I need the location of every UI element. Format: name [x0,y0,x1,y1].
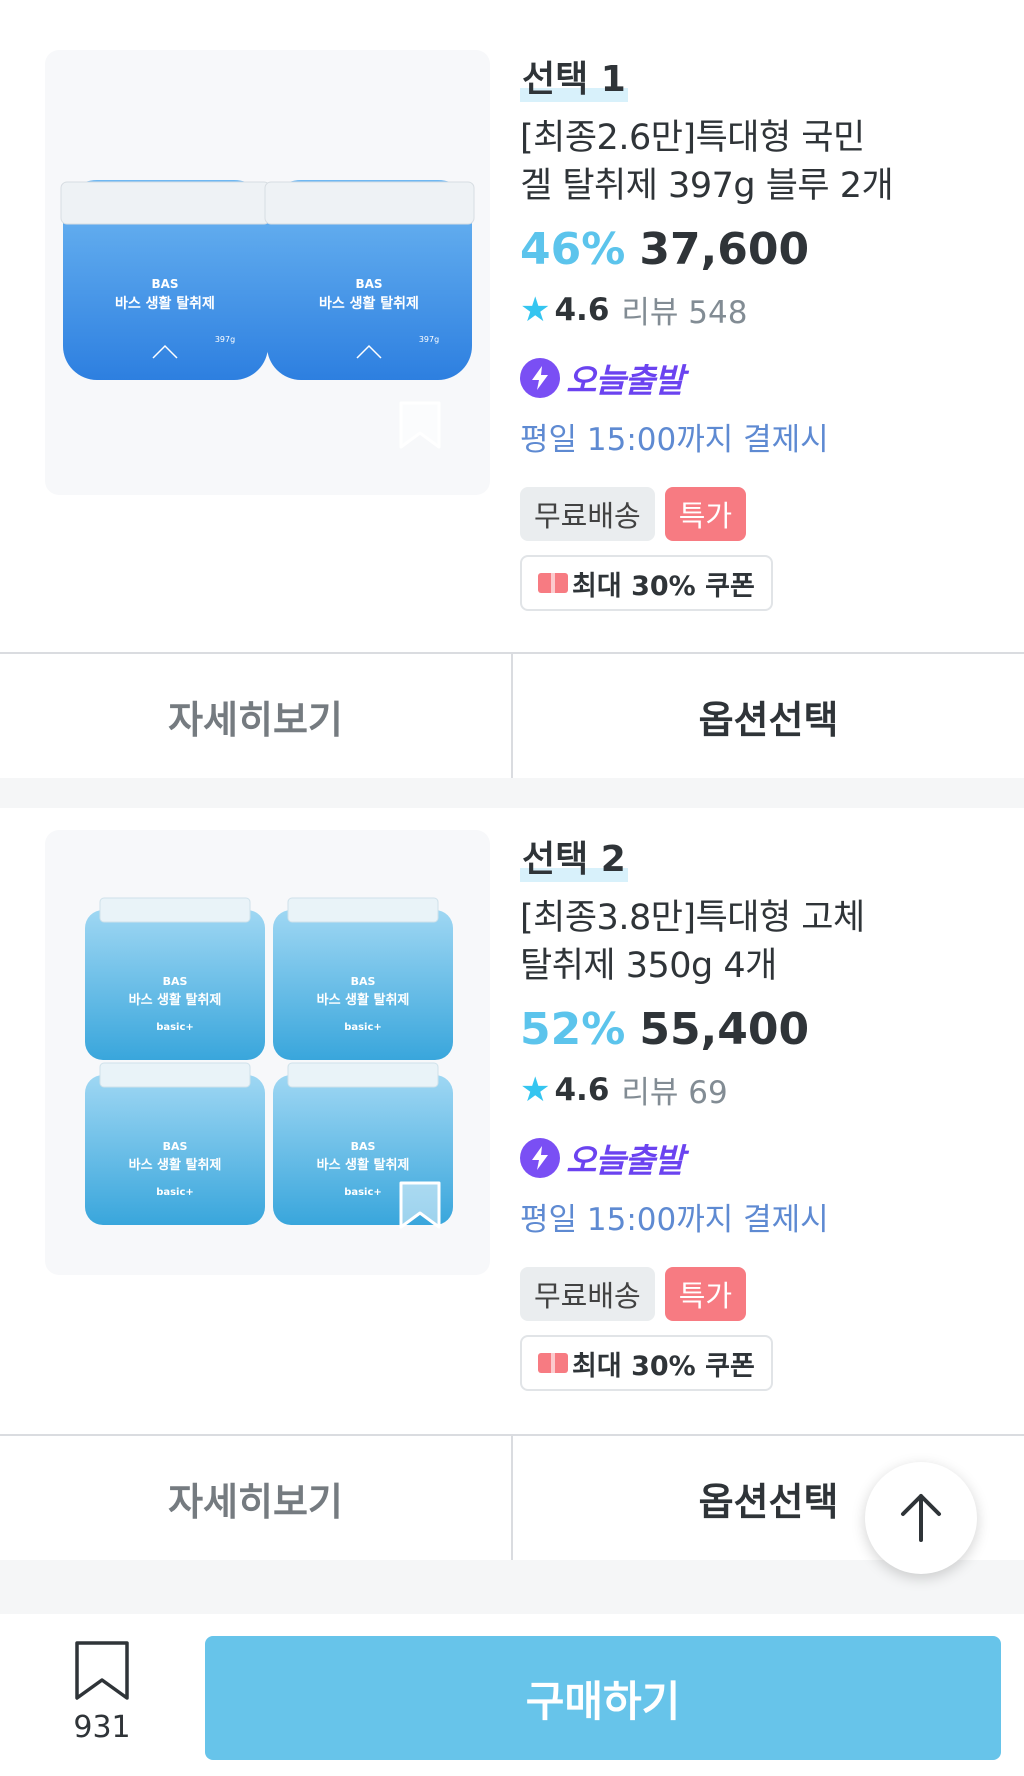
bookmark-icon[interactable] [395,1180,445,1230]
price: 37,600 [639,224,810,275]
image-brand-2d: BAS [351,1140,376,1153]
image-weight-1b: 397g [419,335,439,344]
coupon-text: 최대 30% 쿠폰 [572,1350,755,1382]
star-icon: ★ [520,1069,551,1110]
image-brand-1a: BAS [151,277,178,291]
bolt-icon [520,358,560,398]
image-brand-2c: BAS [163,1140,188,1153]
discount-rate: 46% [520,224,626,275]
product-title[interactable]: [최종3.8만]특대형 고체 탈취제 350g 4개 [520,894,1000,990]
product-image-1[interactable]: BAS 바스 생활 탈취제 BAS 바스 생활 탈취제 397g 397g [45,50,490,495]
detail-button[interactable]: 자세히보기 [0,1436,513,1560]
image-text-2c: 바스 생활 탈취제 [129,1157,222,1173]
rating-score: 4.6 [554,1071,610,1108]
discount-rate: 52% [520,1004,626,1055]
price-row: 46% 37,600 [520,224,1000,275]
section-divider [0,778,1024,808]
badge-row: 무료배송 특가 [520,1267,1000,1321]
price: 55,400 [639,1004,810,1055]
delivery-badge: 오늘출발 [520,354,1000,402]
rating-row: ★ 4.6 리뷰 548 [520,287,1000,332]
rating-score: 4.6 [554,291,610,328]
bookmark-icon [75,1641,129,1700]
free-shipping-badge: 무료배송 [520,487,655,541]
arrow-up-icon [901,1494,941,1542]
image-text-2a: 바스 생활 탈취제 [129,992,222,1008]
scroll-top-button[interactable] [865,1462,977,1574]
star-icon: ★ [520,289,551,330]
product-card-2: BAS 바스 생활 탈취제 basic+ BAS 바스 생활 탈취제 basic… [0,808,1024,1438]
bottom-action-bar: 931 구매하기 [0,1614,1024,1776]
action-row-1: 자세히보기 옵션선택 [0,652,1024,778]
product-image-2[interactable]: BAS 바스 생활 탈취제 basic+ BAS 바스 생활 탈취제 basic… [45,830,490,1275]
delivery-badge: 오늘출발 [520,1134,1000,1182]
delivery-condition: 평일 15:00까지 결제시 [520,1202,829,1238]
scrap-count: 931 [73,1710,131,1745]
image-sub-2d: basic+ [344,1187,382,1198]
option-select-button[interactable]: 옵션선택 [513,654,1024,778]
product-title-line2: 겔 탈취제 397g 블루 2개 [520,166,894,206]
special-price-badge: 특가 [664,1267,747,1321]
bookmark-icon[interactable] [395,400,445,450]
detail-button[interactable]: 자세히보기 [0,654,513,778]
product-title-line1: [최종2.6만]특대형 국민 [520,118,865,158]
free-shipping-badge: 무료배송 [520,1267,655,1321]
image-text-1b: 바스 생활 탈취제 [319,295,419,312]
image-brand-2a: BAS [163,975,188,988]
product-title[interactable]: [최종2.6만]특대형 국민 겔 탈취제 397g 블루 2개 [520,114,1000,210]
section-divider [0,1560,1024,1614]
coupon-icon [538,573,568,593]
coupon-badge[interactable]: 최대 30% 쿠폰 [520,555,773,611]
select-label: 선택 1 [520,58,628,102]
review-count: 리뷰 548 [621,295,748,331]
select-label: 선택 2 [520,838,628,882]
product-card-1: BAS 바스 생활 탈취제 BAS 바스 생활 탈취제 397g 397g 선택… [0,0,1024,648]
coupon-badge[interactable]: 최대 30% 쿠폰 [520,1335,773,1391]
image-sub-2b: basic+ [344,1022,382,1033]
product-title-line2: 탈취제 350g 4개 [520,946,777,986]
image-sub-2a: basic+ [156,1022,194,1033]
delivery-text: 오늘출발 [566,1141,684,1180]
image-text-2b: 바스 생활 탈취제 [317,992,410,1008]
product-title-line1: [최종3.8만]특대형 고체 [520,898,865,938]
rating-row: ★ 4.6 리뷰 69 [520,1067,1000,1112]
review-count: 리뷰 69 [621,1075,728,1111]
image-sub-2c: basic+ [156,1187,194,1198]
product-info-1: 선택 1 [최종2.6만]특대형 국민 겔 탈취제 397g 블루 2개 46%… [520,58,1000,611]
image-text-2d: 바스 생활 탈취제 [317,1157,410,1173]
price-row: 52% 55,400 [520,1004,1000,1055]
coupon-icon [538,1353,568,1373]
badge-row: 무료배송 특가 [520,487,1000,541]
image-brand-2b: BAS [351,975,376,988]
image-weight-1a: 397g [215,335,235,344]
buy-button[interactable]: 구매하기 [205,1636,1001,1760]
image-text-1a: 바스 생활 탈취제 [115,295,215,312]
special-price-badge: 특가 [664,487,747,541]
scrap-button[interactable]: 931 [60,1640,144,1745]
product-info-2: 선택 2 [최종3.8만]특대형 고체 탈취제 350g 4개 52% 55,4… [520,838,1000,1391]
image-brand-1b: BAS [355,277,382,291]
delivery-text: 오늘출발 [566,361,684,400]
bolt-icon [520,1138,560,1178]
delivery-condition: 평일 15:00까지 결제시 [520,422,829,458]
coupon-text: 최대 30% 쿠폰 [572,570,755,602]
